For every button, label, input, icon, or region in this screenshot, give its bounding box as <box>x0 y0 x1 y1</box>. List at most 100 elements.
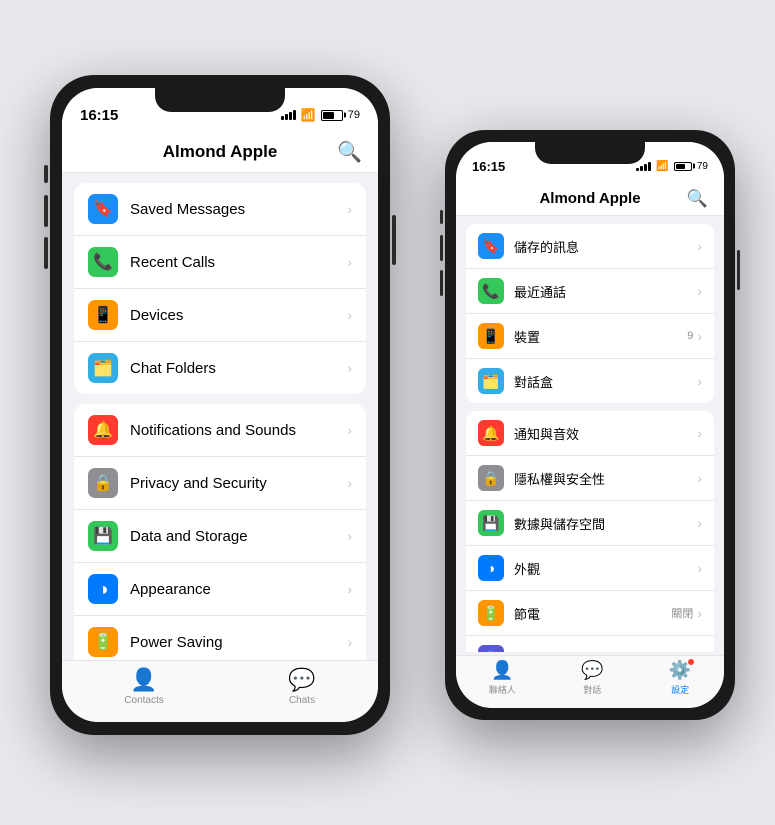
phone-1-screen: 16:15 📶 79 Almond Apple 🔍 <box>62 88 378 722</box>
p2-data[interactable]: 💾 數據與儲存空間 › <box>466 501 714 546</box>
privacy-label: Privacy and Security <box>130 475 347 492</box>
p2-menu-group-2: 🔔 通知與音效 › 🔒 隱私權與安全性 › 💾 數據與儲存空間 › ◑ 外觀 <box>466 411 714 652</box>
p2-data-label: 數據與儲存空間 <box>514 514 697 533</box>
search-button-1[interactable]: 🔍 <box>337 140 362 165</box>
chats-tab-icon-1: 💬 <box>288 667 315 693</box>
p2-power-badge: 關閉 <box>671 605 693 621</box>
p2-devices-label: 裝置 <box>514 327 687 346</box>
nav-title-2: Almond Apple <box>539 190 640 207</box>
chevron-calls: › <box>347 254 352 270</box>
menu-item-appearance[interactable]: ◑ Appearance › <box>74 563 366 616</box>
p2-saved-label: 儲存的訊息 <box>514 237 697 256</box>
volume-up-button <box>44 195 48 227</box>
p2-power[interactable]: 🔋 節電 關閉 › <box>466 591 714 636</box>
status-icons-2: 📶 79 <box>636 161 708 172</box>
menu-group-1: 🔖 Saved Messages › 📞 Recent Calls › 📱 De… <box>74 183 366 394</box>
menu-item-privacy[interactable]: 🔒 Privacy and Security › <box>74 457 366 510</box>
devices-label: Devices <box>130 307 347 324</box>
contacts-tab-label-2: 聯絡人 <box>489 683 516 696</box>
menu-item-saved-messages[interactable]: 🔖 Saved Messages › <box>74 183 366 236</box>
menu-group-2: 🔔 Notifications and Sounds › 🔒 Privacy a… <box>74 404 366 663</box>
p2-chevron-folders: › <box>697 373 702 389</box>
power-icon: 🔋 <box>88 627 118 657</box>
p2-chevron-notif: › <box>697 425 702 441</box>
data-icon: 💾 <box>88 521 118 551</box>
p2-calls-icon: 📞 <box>478 278 504 304</box>
menu-item-devices[interactable]: 📱 Devices › <box>74 289 366 342</box>
wifi-icon-2: 📶 <box>656 161 668 172</box>
chats-tab-label-2: 對話 <box>583 683 601 696</box>
chevron-folders: › <box>347 360 352 376</box>
appearance-icon: ◑ <box>88 574 118 604</box>
power-button <box>392 215 396 265</box>
menu-item-data[interactable]: 💾 Data and Storage › <box>74 510 366 563</box>
silent-switch-2 <box>440 210 443 224</box>
p2-saved-icon: 🔖 <box>478 233 504 259</box>
power-btn-2 <box>737 250 740 290</box>
menu-item-power[interactable]: 🔋 Power Saving › <box>74 616 366 663</box>
chevron-privacy: › <box>347 475 352 491</box>
p2-devices[interactable]: 📱 裝置 9 › <box>466 314 714 359</box>
chevron-appearance: › <box>347 581 352 597</box>
wifi-icon-1: 📶 <box>301 108 316 122</box>
p2-devices-badge: 9 <box>687 330 693 342</box>
scroll-content-1: 🔖 Saved Messages › 📞 Recent Calls › 📱 De… <box>62 173 378 663</box>
p2-folders[interactable]: 🗂️ 對話盒 › <box>466 359 714 403</box>
p2-privacy-icon: 🔒 <box>478 465 504 491</box>
p2-privacy[interactable]: 🔒 隱私權與安全性 › <box>466 456 714 501</box>
privacy-icon: 🔒 <box>88 468 118 498</box>
search-button-2[interactable]: 🔍 <box>687 189 708 209</box>
tab-chats-1[interactable]: 💬 Chats <box>288 667 315 706</box>
settings-tab-label-2: 設定 <box>671 683 689 696</box>
chats-tab-label-1: Chats <box>289 695 315 706</box>
menu-item-recent-calls[interactable]: 📞 Recent Calls › <box>74 236 366 289</box>
p2-chevron-power: › <box>697 605 702 621</box>
p2-calls-label: 最近通話 <box>514 282 697 301</box>
p2-devices-icon: 📱 <box>478 323 504 349</box>
p2-appearance-label: 外觀 <box>514 559 697 578</box>
p2-chevron-privacy: › <box>697 470 702 486</box>
phone-1-notch <box>155 88 285 112</box>
p2-appearance-icon: ◑ <box>478 555 504 581</box>
p2-menu-group-1: 🔖 儲存的訊息 › 📞 最近通話 › 📱 裝置 9 › 🗂️ 對 <box>466 224 714 403</box>
menu-item-notifications[interactable]: 🔔 Notifications and Sounds › <box>74 404 366 457</box>
signal-bars-2 <box>636 162 651 171</box>
chats-tab-icon-2: 💬 <box>581 660 603 681</box>
chat-folders-label: Chat Folders <box>130 360 347 377</box>
p2-calls[interactable]: 📞 最近通話 › <box>466 269 714 314</box>
p2-chevron-appearance: › <box>697 560 702 576</box>
p2-chevron-calls: › <box>697 283 702 299</box>
p2-power-icon: 🔋 <box>478 600 504 626</box>
status-icons-1: 📶 79 <box>281 108 360 122</box>
appearance-label: Appearance <box>130 581 347 598</box>
notifications-label: Notifications and Sounds <box>130 422 347 439</box>
settings-badge-dot <box>687 658 695 666</box>
p2-appearance[interactable]: ◑ 外觀 › <box>466 546 714 591</box>
phone-2-notch <box>535 142 645 164</box>
volume-up-2 <box>440 235 443 261</box>
tab-settings-2[interactable]: ⚙️ 設定 <box>669 660 691 696</box>
status-time-1: 16:15 <box>80 107 118 124</box>
p2-language[interactable]: 🌐 語言 正體中文 by @zh_Hant_TW › <box>466 636 714 652</box>
nav-header-2: Almond Apple 🔍 <box>456 182 724 216</box>
p2-notif-icon: 🔔 <box>478 420 504 446</box>
p2-power-label: 節電 <box>514 604 671 623</box>
status-time-2: 16:15 <box>472 159 505 174</box>
p2-language-badge: 正體中文 by @zh_Hant_TW <box>569 651 694 653</box>
contacts-tab-icon-2: 👤 <box>491 660 513 681</box>
p2-saved[interactable]: 🔖 儲存的訊息 › <box>466 224 714 269</box>
p2-privacy-label: 隱私權與安全性 <box>514 469 697 488</box>
recent-calls-icon: 📞 <box>88 247 118 277</box>
p2-chevron-language: › <box>697 650 702 652</box>
recent-calls-label: Recent Calls <box>130 254 347 271</box>
data-label: Data and Storage <box>130 528 347 545</box>
battery-2 <box>674 162 692 171</box>
tab-chats-2[interactable]: 💬 對話 <box>581 660 603 696</box>
menu-item-chat-folders[interactable]: 🗂️ Chat Folders › <box>74 342 366 394</box>
volume-down-2 <box>440 270 443 296</box>
contacts-tab-label-1: Contacts <box>124 695 163 706</box>
tab-contacts-2[interactable]: 👤 聯絡人 <box>489 660 516 696</box>
tab-contacts-1[interactable]: 👤 Contacts <box>124 667 163 706</box>
notifications-icon: 🔔 <box>88 415 118 445</box>
p2-notif[interactable]: 🔔 通知與音效 › <box>466 411 714 456</box>
